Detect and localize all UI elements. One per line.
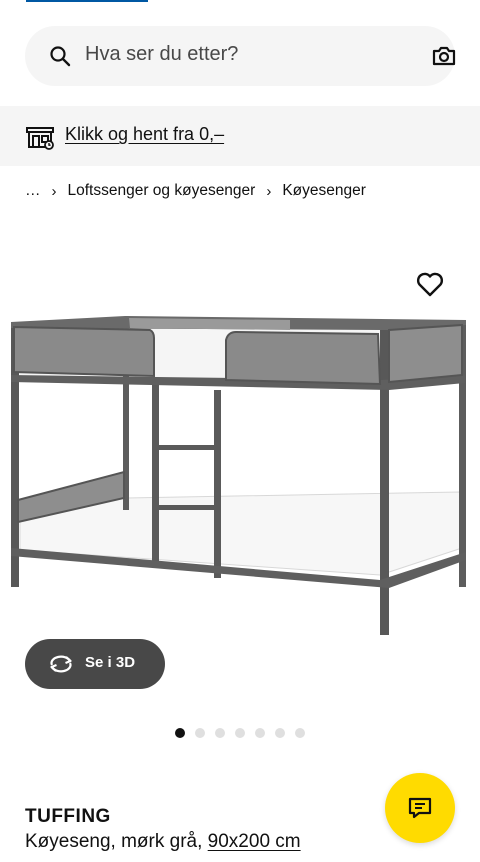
heart-icon[interactable] [414, 268, 446, 300]
chat-icon [408, 797, 432, 819]
camera-icon[interactable] [430, 42, 458, 70]
search-input[interactable]: Hva ser du etter? [85, 43, 238, 66]
search-bar[interactable]: Hva ser du etter? [25, 26, 458, 86]
product-image-bunk-bed[interactable] [0, 230, 480, 660]
chat-button[interactable] [385, 773, 455, 843]
carousel-dot[interactable] [275, 728, 285, 738]
carousel-dot[interactable] [235, 728, 245, 738]
rotate-3d-icon [50, 655, 72, 673]
breadcrumb: … › Loftssenger og køyesenger › Køyeseng… [25, 182, 366, 200]
carousel-dot[interactable] [255, 728, 265, 738]
view-3d-button[interactable]: Se i 3D [25, 639, 165, 689]
carousel-dot[interactable] [175, 728, 185, 738]
carousel-dot[interactable] [295, 728, 305, 738]
view-3d-label: Se i 3D [85, 654, 136, 671]
carousel-dot[interactable] [215, 728, 225, 738]
search-icon [50, 46, 71, 67]
product-name: TUFFING [25, 806, 111, 827]
product-description: Køyeseng, mørk grå, 90x200 cm [25, 831, 301, 853]
chevron-right-icon: › [51, 182, 57, 200]
breadcrumb-ellipsis[interactable]: … [25, 182, 41, 200]
carousel-dot[interactable] [195, 728, 205, 738]
product-description-text: Køyeseng, mørk grå, [25, 831, 208, 852]
store-icon [26, 127, 54, 150]
product-size-link[interactable]: 90x200 cm [208, 831, 301, 852]
click-and-collect-banner: Klikk og hent fra 0,– [0, 106, 480, 166]
chevron-right-icon: › [266, 182, 272, 200]
breadcrumb-bunk-beds[interactable]: Køyesenger [282, 182, 366, 200]
click-and-collect-link[interactable]: Klikk og hent fra 0,– [65, 124, 224, 145]
top-accent-line [26, 0, 148, 2]
breadcrumb-loft-beds[interactable]: Loftssenger og køyesenger [68, 182, 256, 200]
image-carousel-dots [175, 728, 305, 738]
